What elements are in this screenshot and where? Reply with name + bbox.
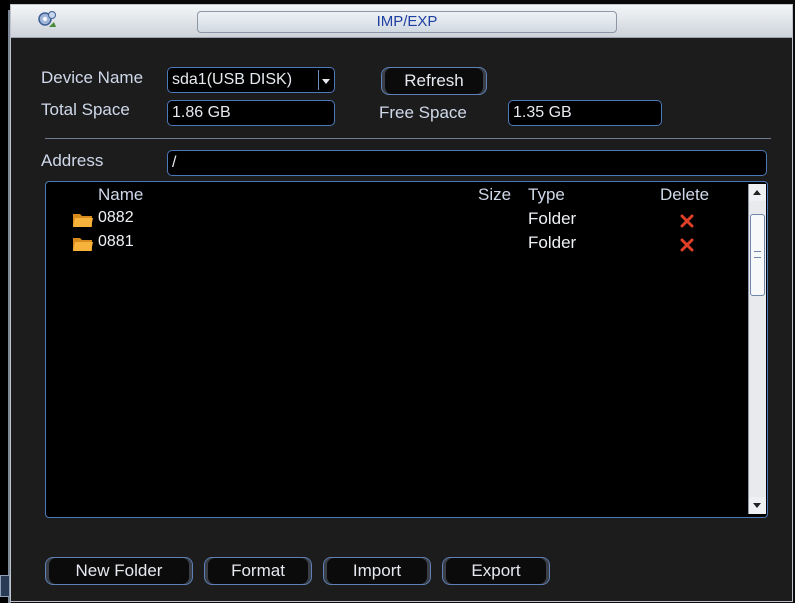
file-name: 0881 [98,233,134,250]
app-gear-icon [38,11,56,27]
file-list: Name Size Type Delete 0882 Folder 0881 F… [45,181,768,518]
refresh-button[interactable]: Refresh [381,67,487,95]
folder-icon [73,214,93,227]
address-label: Address [41,151,104,170]
import-button[interactable]: Import [323,557,431,585]
file-name: 0882 [98,209,134,226]
folder-icon [73,238,93,251]
column-header-size: Size [478,185,512,204]
scroll-up-arrow-icon[interactable] [749,184,766,201]
device-name-select[interactable]: sda1(USB DISK) [167,67,335,93]
file-row[interactable]: 0882 Folder [46,209,746,233]
address-input[interactable]: / [167,150,767,176]
device-name-value: sda1(USB DISK) [172,71,293,88]
total-space-field: 1.86 GB [167,100,335,126]
file-type: Folder [528,209,577,228]
chevron-down-icon[interactable] [318,70,332,90]
edge-knob [0,575,10,597]
vertical-scrollbar[interactable] [748,184,766,514]
scroll-thumb[interactable] [750,214,765,296]
column-header-name: Name [98,185,144,204]
delete-x-icon[interactable] [680,238,694,252]
device-name-label: Device Name [41,68,144,87]
free-space-label: Free Space [379,103,467,122]
column-header-type: Type [528,185,565,204]
file-row[interactable]: 0881 Folder [46,233,746,257]
free-space-field: 1.35 GB [508,100,662,126]
column-header-delete: Delete [660,185,710,204]
imp-exp-window: IMP/EXP Device Name sda1(USB DISK) Refre… [10,4,793,602]
section-divider [45,138,771,139]
scroll-down-arrow-icon[interactable] [749,497,766,514]
total-space-label: Total Space [41,100,130,119]
export-button[interactable]: Export [442,557,550,585]
new-folder-button[interactable]: New Folder [45,557,193,585]
title-bar: IMP/EXP [11,5,792,38]
delete-x-icon[interactable] [680,214,694,228]
format-button[interactable]: Format [204,557,312,585]
window-title: IMP/EXP [197,11,617,33]
background-edge [0,0,11,603]
file-type: Folder [528,233,577,252]
